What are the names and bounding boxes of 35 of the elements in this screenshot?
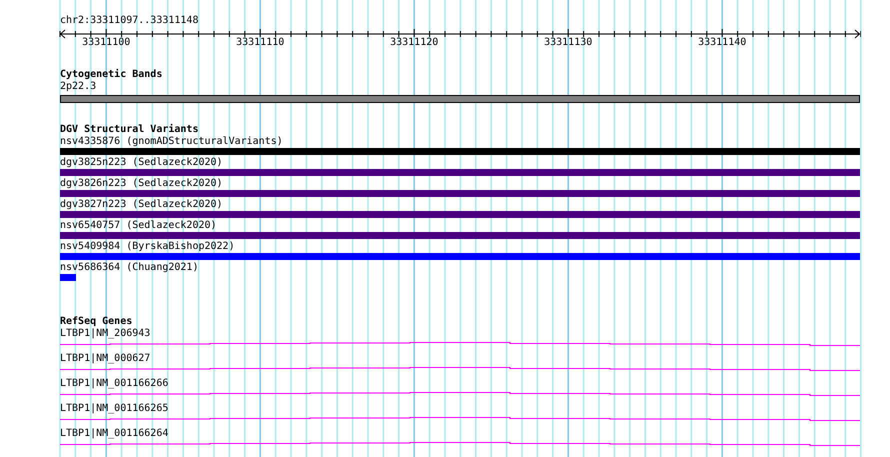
ruler-tick-label: 33311120	[390, 37, 438, 49]
variant-label: dgv3827n223 (Sedlazeck2020)	[60, 199, 224, 210]
variant-label: nsv5409984 (ByrskaBishop2022)	[60, 241, 236, 252]
gene-label: LTBP1|NM_000627	[60, 353, 152, 364]
gene-label: LTBP1|NM_001166264	[60, 428, 170, 439]
variant-label: nsv4335876 (gnomADStructuralVariants)	[60, 136, 284, 147]
ruler-tick-label: 33311110	[236, 37, 284, 49]
variant-bar[interactable]	[60, 211, 860, 218]
gene-label: LTBP1|NM_206943	[60, 328, 152, 339]
variant-bar[interactable]	[60, 274, 76, 281]
gene-label: LTBP1|NM_001166265	[60, 403, 170, 414]
track-title: Cytogenetic Bands	[60, 69, 164, 80]
gene-line-drawing[interactable]	[60, 416, 860, 424]
ruler-tick-label: 33311130	[544, 37, 592, 49]
variant-bar[interactable]	[60, 190, 860, 197]
gene-label: LTBP1|NM_001166266	[60, 378, 170, 389]
ruler-tick-label: 33311100	[82, 37, 130, 49]
location-label: chr2:33311097..33311148	[60, 15, 200, 27]
gene-line-drawing[interactable]	[60, 366, 860, 374]
band-label: 2p22.3	[60, 81, 98, 92]
variant-label: nsv5686364 (Chuang2021)	[60, 262, 200, 273]
variant-label: dgv3825n223 (Sedlazeck2020)	[60, 157, 224, 168]
gene-line-drawing[interactable]	[60, 441, 860, 449]
variant-bar[interactable]	[60, 148, 860, 155]
band-bar[interactable]	[60, 95, 860, 103]
variant-bar[interactable]	[60, 169, 860, 176]
variant-bar[interactable]	[60, 253, 860, 260]
ruler-tick-label: 33311140	[698, 37, 746, 49]
variant-label: dgv3826n223 (Sedlazeck2020)	[60, 178, 224, 189]
track-title: DGV Structural Variants	[60, 124, 200, 135]
gene-line-drawing[interactable]	[60, 341, 860, 349]
variant-bar[interactable]	[60, 232, 860, 239]
track-title: RefSeq Genes	[60, 316, 134, 327]
variant-label: nsv6540757 (Sedlazeck2020)	[60, 220, 218, 231]
gene-line-drawing[interactable]	[60, 391, 860, 399]
